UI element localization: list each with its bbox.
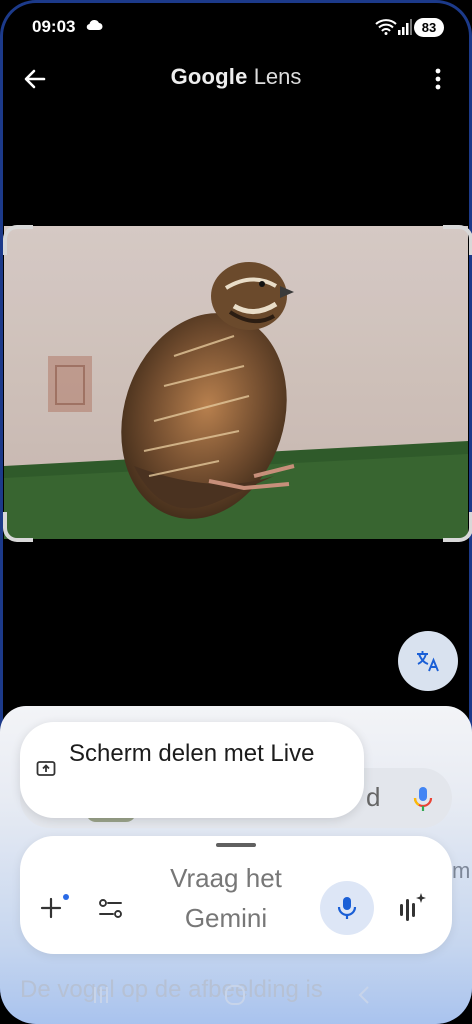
gemini-live-icon[interactable]	[397, 891, 427, 923]
gemini-prompt-input[interactable]: Vraag het Gemini	[150, 858, 302, 938]
background-search-text: d	[366, 782, 381, 812]
screen-share-icon	[36, 761, 56, 776]
tune-icon[interactable]	[97, 896, 125, 922]
crop-corner-top-right[interactable]	[443, 225, 472, 255]
background-right-text: m	[452, 858, 471, 883]
cloud-icon	[86, 19, 103, 31]
crop-corner-bottom-right[interactable]	[443, 512, 472, 542]
drag-handle[interactable]	[216, 843, 256, 847]
back-nav-icon[interactable]	[356, 984, 372, 1006]
mic-button[interactable]	[320, 881, 374, 935]
battery-indicator: 83	[414, 18, 444, 37]
plus-icon[interactable]	[38, 895, 64, 921]
phone-screen: 09:03 83 Google Lens d m De vogel op de …	[0, 0, 472, 1024]
background-mic-icon	[413, 787, 433, 811]
wifi-icon	[375, 19, 397, 35]
crop-corner-top-left[interactable]	[3, 225, 33, 255]
mic-icon	[337, 897, 357, 919]
share-screen-label[interactable]: Scherm delen met Live	[69, 738, 339, 770]
status-time: 09:03	[32, 17, 76, 36]
status-bar: 09:03 83	[0, 0, 472, 52]
signal-icon	[398, 19, 412, 35]
home-nav-icon[interactable]	[224, 984, 246, 1006]
crop-corner-bottom-left[interactable]	[3, 512, 33, 542]
page-title: Google Lens	[0, 64, 472, 90]
title-lens: Lens	[253, 64, 302, 89]
notification-dot	[63, 894, 69, 900]
share-screen-live-button[interactable]	[20, 722, 364, 818]
translate-button[interactable]	[398, 631, 458, 691]
title-google: Google	[170, 64, 248, 89]
more-vert-icon[interactable]	[428, 66, 448, 92]
background-suggestion-text: De vogel op de afbeelding is	[20, 976, 323, 1003]
quail-photo[interactable]	[4, 226, 468, 539]
recent-apps-nav-icon[interactable]	[92, 984, 110, 1006]
translate-icon	[417, 651, 439, 672]
